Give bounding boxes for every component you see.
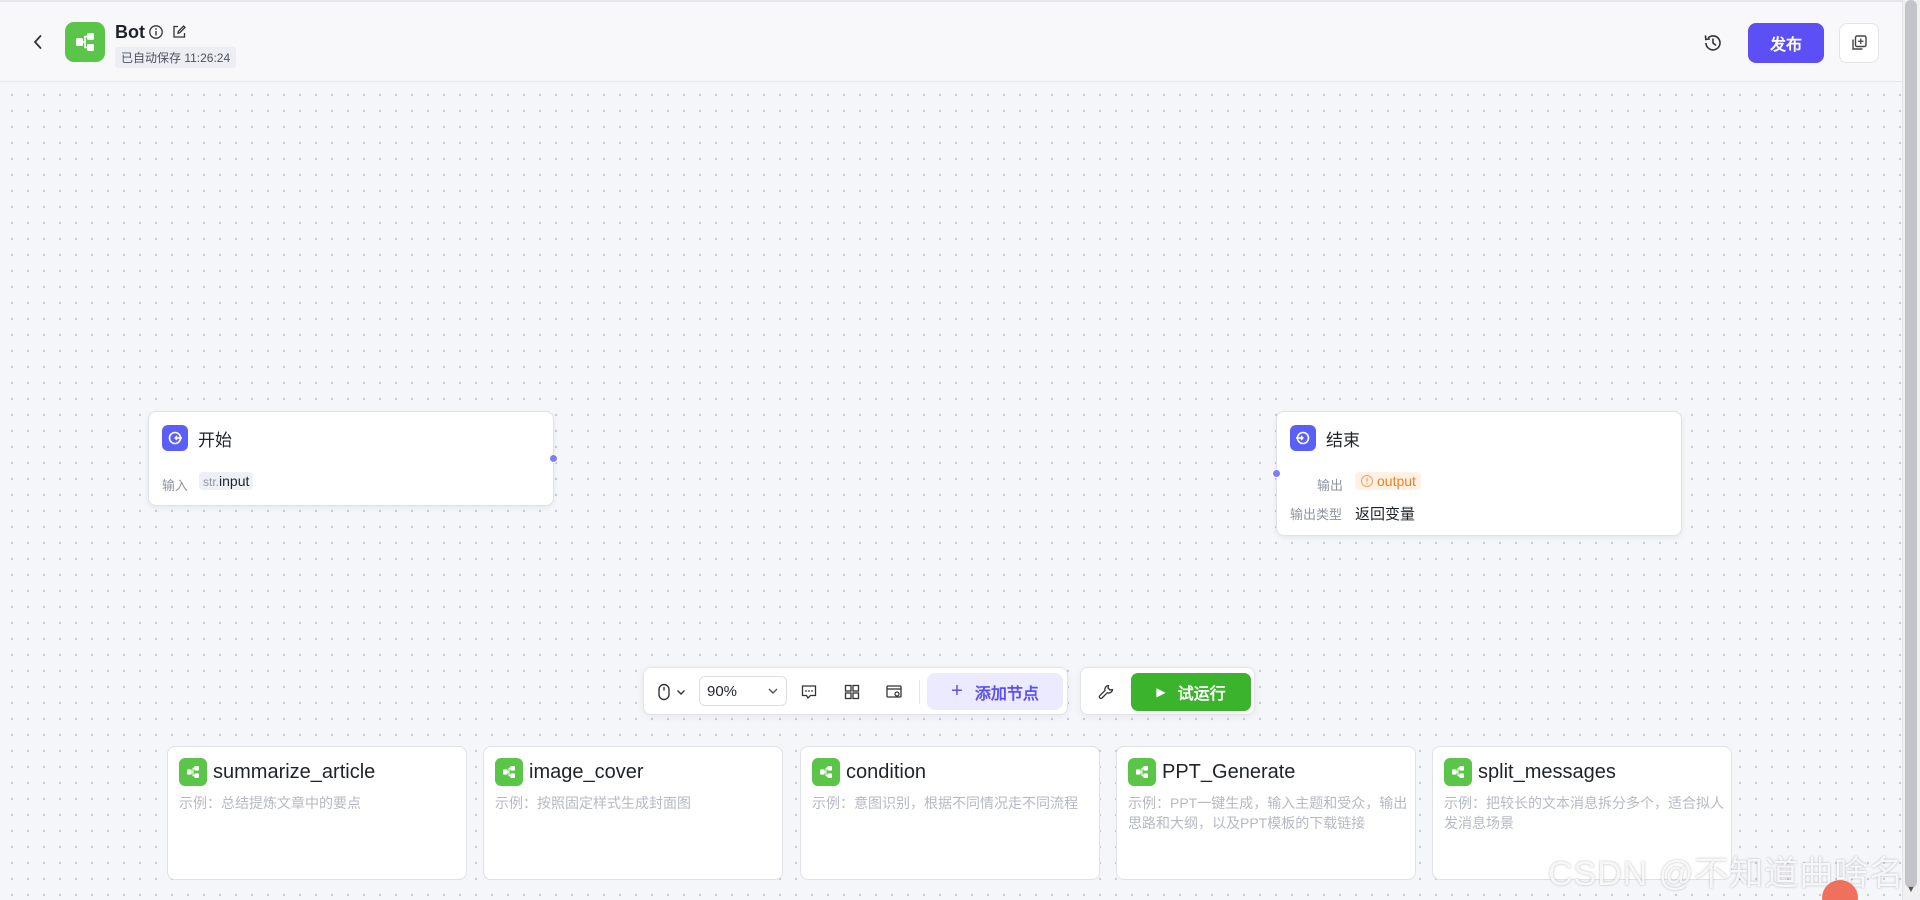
zoom-value: 90% — [707, 682, 738, 700]
add-node-button[interactable]: + 添加节点 — [927, 673, 1063, 710]
template-description: 示例：总结提炼文章中的要点 — [179, 795, 361, 811]
template-description: 示例：按照固定样式生成封面图 — [495, 795, 691, 811]
workflow-icon — [495, 758, 523, 786]
start-output-port[interactable] — [549, 454, 558, 463]
copy-button[interactable] — [1839, 23, 1879, 63]
template-title: image_cover — [529, 760, 644, 783]
start-node-title: 开始 — [198, 430, 232, 450]
template-card-condition[interactable]: condition 示例：意图识别，根据不同情况走不同流程 — [800, 746, 1100, 880]
start-node-icon — [162, 425, 188, 451]
publish-button[interactable]: 发布 — [1748, 23, 1824, 63]
end-node-icon — [1290, 425, 1316, 451]
plus-icon: + — [951, 680, 963, 702]
debug-tools-button[interactable] — [1093, 680, 1119, 704]
play-icon: ▶ — [1156, 685, 1166, 699]
end-input-port[interactable] — [1272, 469, 1281, 478]
workflow-icon — [812, 758, 840, 786]
history-button[interactable] — [1700, 30, 1726, 56]
end-output-type-value: 返回变量 — [1355, 506, 1416, 523]
template-title: summarize_article — [213, 760, 376, 783]
app-title: Bot — [115, 22, 145, 42]
workflow-icon — [179, 758, 207, 786]
minimap-icon — [886, 685, 902, 698]
zoom-select[interactable]: 90% — [699, 676, 787, 706]
top-bar — [0, 0, 1902, 82]
comment-icon — [801, 685, 817, 700]
template-title: PPT_Generate — [1162, 760, 1296, 783]
chevron-down-icon — [677, 690, 685, 695]
chevron-left-icon — [34, 35, 42, 49]
start-input-tag: str.input — [199, 472, 254, 490]
workflow-icon — [1128, 758, 1156, 786]
template-card-image-cover[interactable]: image_cover 示例：按照固定样式生成封面图 — [483, 746, 783, 880]
end-output-type-label: 输出类型 — [1290, 507, 1343, 522]
add-node-label: 添加节点 — [974, 685, 1039, 703]
info-icon[interactable] — [148, 24, 164, 40]
comment-button[interactable] — [794, 680, 824, 704]
interaction-mode-button[interactable] — [654, 681, 690, 703]
input-name: input — [219, 473, 250, 489]
workflow-icon — [76, 33, 94, 51]
template-description: 示例：意图识别，根据不同情况走不同流程 — [812, 795, 1078, 811]
template-card-ppt-generate[interactable]: PPT_Generate 示例：PPT一键生成，输入主题和受众，输出思路和大纲，… — [1116, 746, 1416, 880]
scroll-down-arrow[interactable]: ▼ — [1905, 884, 1917, 896]
wrench-icon — [1098, 684, 1114, 700]
edit-icon[interactable] — [171, 24, 187, 40]
template-description: 示例：把较长的文本消息拆分多个，适合拟人发消息场景 — [1444, 795, 1724, 831]
warning-icon — [1361, 475, 1373, 487]
end-node-title: 结束 — [1326, 430, 1360, 450]
output-name: output — [1377, 473, 1416, 489]
mouse-icon — [658, 683, 670, 701]
history-icon — [1704, 35, 1721, 51]
minimap-button[interactable] — [879, 680, 909, 704]
canvas-toolbar: 90% + 添加节点 — [643, 667, 1068, 715]
run-toolbar: ▶ 试运行 — [1080, 667, 1255, 715]
end-node[interactable]: 结束 输出 output 输出类型 返回变量 — [1272, 411, 1682, 536]
start-input-label: 输入 — [162, 478, 189, 493]
workflow-icon — [1444, 758, 1472, 786]
auto-layout-button[interactable] — [837, 680, 867, 704]
input-type: str. — [203, 475, 220, 489]
test-run-button[interactable]: ▶ 试运行 — [1131, 673, 1251, 711]
app-logo — [65, 22, 105, 62]
layout-icon — [844, 684, 860, 700]
template-description: 示例：PPT一键生成，输入主题和受众，输出思路和大纲，以及PPT模板的下载链接 — [1128, 795, 1408, 831]
end-output-tag: output — [1355, 472, 1421, 490]
template-title: split_messages — [1478, 760, 1616, 783]
chevron-down-icon — [768, 688, 778, 694]
copy-icon — [1852, 35, 1867, 50]
template-title: condition — [846, 760, 927, 783]
scrollbar-thumb[interactable] — [1905, 0, 1917, 888]
template-card-summarize-article[interactable]: summarize_article 示例：总结提炼文章中的要点 — [167, 746, 467, 880]
test-run-label: 试运行 — [1177, 686, 1226, 703]
back-button[interactable] — [26, 30, 50, 54]
start-node[interactable]: 开始 输入 str.input — [148, 411, 558, 506]
toolbar-divider — [919, 680, 920, 704]
autosave-status: 已自动保存 11:26:24 — [115, 47, 237, 68]
end-output-label: 输出 — [1317, 478, 1344, 493]
